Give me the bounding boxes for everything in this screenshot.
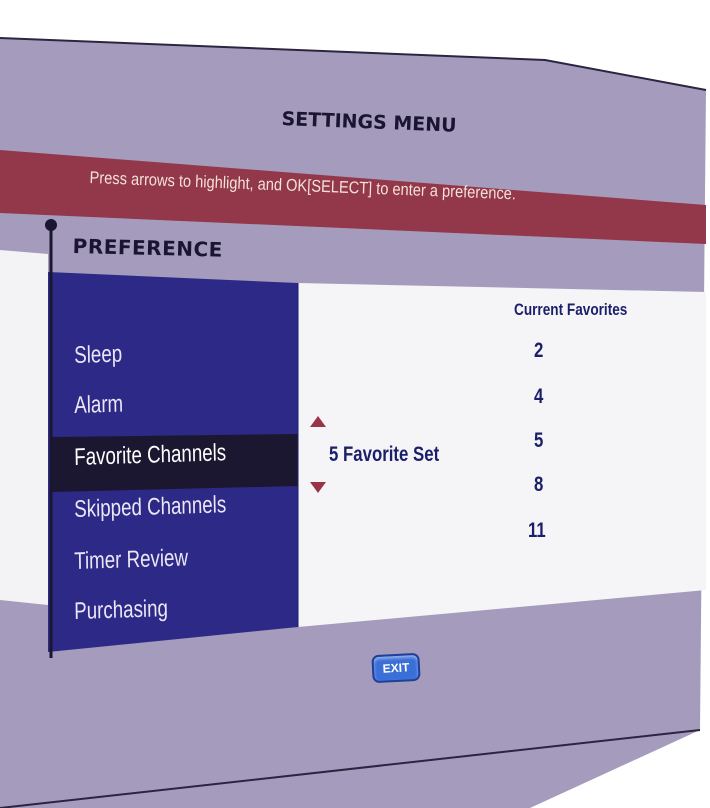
- menu-item-timer-review[interactable]: Timer Review: [74, 544, 188, 576]
- menu-item-sleep[interactable]: Sleep: [74, 341, 122, 370]
- section-label: PREFERENCE: [72, 234, 224, 262]
- menu-item-purchasing[interactable]: Purchasing: [74, 595, 168, 626]
- favorite-channel: 4: [534, 385, 544, 408]
- tv-settings-screen: SETTINGS MENU Press arrows to highlight,…: [0, 0, 710, 808]
- favorite-channel: 2: [534, 339, 544, 362]
- favorite-count-value[interactable]: 5 Favorite Set: [329, 443, 439, 467]
- bullet-dot: [45, 219, 57, 231]
- favorites-header: Current Favorites: [514, 300, 628, 319]
- favorite-channel: 11: [528, 519, 546, 542]
- favorite-channel: 8: [534, 473, 544, 496]
- exit-button[interactable]: EXIT: [371, 652, 421, 684]
- menu-item-favorite-channels[interactable]: Favorite Channels: [74, 439, 226, 472]
- favorite-channel: 5: [534, 429, 544, 452]
- menu-item-skipped-channels[interactable]: Skipped Channels: [74, 491, 226, 524]
- menu-item-alarm[interactable]: Alarm: [74, 390, 123, 420]
